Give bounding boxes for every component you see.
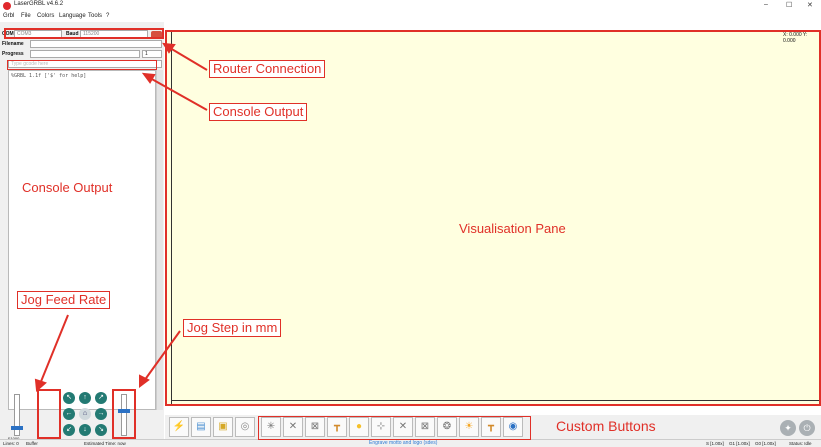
app-logo-icon xyxy=(3,2,11,10)
power-icon[interactable]: ⏻ xyxy=(799,420,815,436)
close-button[interactable]: ✕ xyxy=(807,1,813,9)
visualisation-pane-label: Visualisation Pane xyxy=(459,221,566,236)
console-text: %GRBL 1.1f ['$' for help] xyxy=(11,73,87,79)
router-connection-highlight xyxy=(4,28,164,39)
status-estimated-time: Estimated Time: now xyxy=(84,441,126,446)
router-connection-label: Router Connection xyxy=(209,60,326,78)
visualisation-pane-highlight xyxy=(165,30,821,406)
menu-grbl[interactable]: Grbl xyxy=(3,13,14,19)
filename-label: Filename xyxy=(2,41,24,47)
console-output-label: Console Output xyxy=(209,103,308,121)
reset-icon[interactable]: ◎ xyxy=(235,417,255,437)
feed-rate-slider-thumb[interactable] xyxy=(11,425,23,430)
menu-file[interactable]: File xyxy=(21,13,31,19)
jog-right-button[interactable]: → xyxy=(95,408,107,420)
minimize-button[interactable]: – xyxy=(764,1,768,8)
menu-help[interactable]: ? xyxy=(106,13,109,19)
walk-icon[interactable]: ✦ xyxy=(780,420,796,436)
laser-icon[interactable]: ⚡ xyxy=(169,417,189,437)
progress-bar xyxy=(30,50,140,58)
copies-stepper[interactable]: 1 xyxy=(142,50,162,58)
console-output-area-label: Console Output xyxy=(22,180,113,195)
padlock-icon[interactable]: ▣ xyxy=(213,417,233,437)
jog-feed-highlight xyxy=(37,389,61,439)
jog-left-button[interactable]: ← xyxy=(63,408,75,420)
console-output: %GRBL 1.1f ['$' for help] xyxy=(8,70,156,410)
status-lines: Lines: 0 xyxy=(3,441,19,446)
custom-buttons-highlight xyxy=(258,416,531,440)
jog-down-left-button[interactable]: ↙ xyxy=(63,424,75,436)
jog-up-left-button[interactable]: ↖ xyxy=(63,392,75,404)
toolbar-link[interactable]: Engrave motto and logo (sdes) xyxy=(369,440,437,446)
feed-rate-slider[interactable] xyxy=(14,394,20,436)
console-input-highlight xyxy=(7,60,157,70)
menu-colors[interactable]: Colors xyxy=(37,13,54,19)
menu-bar: Grbl File Colors Language Tools ? xyxy=(0,12,170,22)
status-buffer: Buffer xyxy=(26,441,38,446)
filename-field[interactable] xyxy=(30,40,162,48)
jog-step-label: Jog Step in mm xyxy=(183,319,282,337)
menu-language[interactable]: Language xyxy=(59,13,86,19)
jog-feed-rate-label: Jog Feed Rate xyxy=(17,291,111,309)
status-override-s[interactable]: S [1.00x] xyxy=(706,441,724,446)
status-machine-state: Status: Idle xyxy=(789,441,812,446)
console-scrollbar[interactable] xyxy=(156,70,163,410)
jog-down-button[interactable]: ↓ xyxy=(79,424,91,436)
jog-up-button[interactable]: ↑ xyxy=(79,392,91,404)
lock-icon[interactable]: ▤ xyxy=(191,417,211,437)
status-override-g0[interactable]: G0 [1.00x] xyxy=(755,441,776,446)
jog-down-right-button[interactable]: ↘ xyxy=(95,424,107,436)
window-title: LaserGRBL v4.6.2 xyxy=(14,1,64,7)
title-bar: LaserGRBL v4.6.2 – ☐ ✕ xyxy=(0,0,821,12)
jog-home-button[interactable]: ⌂ xyxy=(79,408,91,420)
menu-tools[interactable]: Tools xyxy=(88,13,102,19)
progress-label: Progress xyxy=(2,51,24,57)
jog-up-right-button[interactable]: ↗ xyxy=(95,392,107,404)
status-override-g1[interactable]: G1 [1.00x] xyxy=(729,441,750,446)
left-panel: COM COM3 Baud 115200 Filename Progress 1… xyxy=(0,22,164,447)
jog-step-highlight xyxy=(112,389,136,439)
custom-buttons-label: Custom Buttons xyxy=(556,418,656,434)
maximize-button[interactable]: ☐ xyxy=(786,1,792,9)
